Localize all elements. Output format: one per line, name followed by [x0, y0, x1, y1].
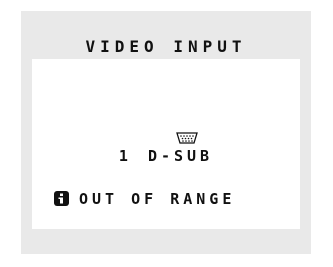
- status-text: OUT OF RANGE: [79, 190, 236, 208]
- input-number: 1: [118, 147, 132, 165]
- osd-title: VIDEO INPUT: [85, 37, 247, 56]
- input-name: D-SUB: [147, 147, 214, 165]
- status-message: OUT OF RANGE: [54, 190, 235, 208]
- osd-content: 1 D-SUB OUT OF RANGE: [32, 59, 300, 229]
- input-indicator: 1 D-SUB: [32, 147, 300, 165]
- osd-menu: VIDEO INPUT 1 D-SUB OUT OF RANGE: [21, 11, 311, 254]
- info-icon: [54, 191, 69, 206]
- vga-connector-icon: [176, 132, 198, 144]
